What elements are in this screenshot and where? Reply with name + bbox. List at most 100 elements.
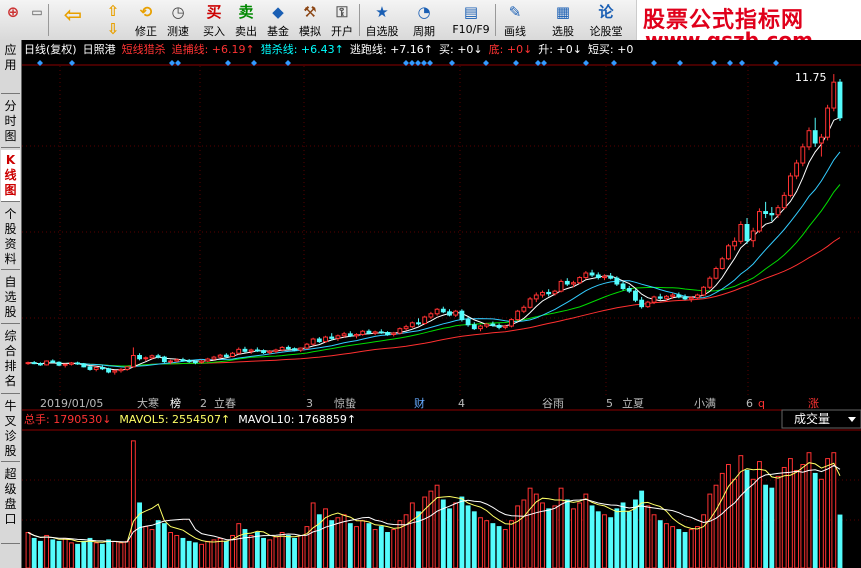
- sidebar-tab-kline[interactable]: K线图: [1, 150, 20, 202]
- sidebar-tab-intraday[interactable]: 分时图: [1, 96, 20, 148]
- toolbar-label: 卖出: [235, 25, 257, 38]
- candle-body: [546, 291, 552, 295]
- volume-bar: [676, 529, 682, 568]
- candle-body: [831, 81, 837, 109]
- candle-body: [465, 319, 471, 326]
- candle-body: [490, 323, 496, 326]
- candle-body: [68, 362, 74, 365]
- candle-body: [50, 360, 56, 363]
- scroll-updown-button[interactable]: ⇧ ⇩: [100, 0, 126, 40]
- volume-bar: [192, 542, 198, 568]
- volume-indicator-bar: 总手: 1790530↓ MAVOL5: 2554507↑ MAVOL10: 176…: [24, 412, 356, 426]
- volume-bar: [490, 523, 496, 568]
- buy-button[interactable]: 买买入: [200, 0, 228, 40]
- indicator-item: 买: +0↓: [439, 43, 483, 56]
- volume-bar: [812, 472, 818, 568]
- candle-body: [118, 368, 124, 372]
- axis-label: 5: [606, 397, 613, 410]
- volume-bar: [769, 487, 775, 568]
- volume-bar: [459, 496, 465, 568]
- volume-ma10-label: MAVOL10: 1768859↑: [238, 413, 356, 426]
- revise-button[interactable]: ⟲ 修正: [132, 0, 160, 40]
- candle-body: [37, 363, 43, 366]
- volume-bar: [81, 540, 87, 568]
- toolbar-label: 基金: [267, 25, 289, 38]
- candle-body: [701, 286, 707, 296]
- candle-body: [459, 310, 465, 321]
- candle-body: [341, 333, 347, 337]
- volume-bar: [180, 537, 186, 568]
- volume-bar: [478, 517, 483, 568]
- candle-body: [527, 298, 533, 308]
- candle-body: [298, 347, 304, 351]
- volume-bar: [608, 517, 614, 568]
- volume-bar: [763, 484, 769, 568]
- volume-bar: [273, 536, 279, 568]
- candle-body: [434, 308, 440, 315]
- f10-button[interactable]: ▤ F10/F9: [450, 0, 492, 40]
- candle-body: [403, 326, 409, 330]
- sell-icon: 卖: [238, 3, 254, 21]
- sidebar-tab-watchlist[interactable]: 自选股: [1, 272, 20, 324]
- candle-body: [533, 294, 539, 300]
- back-button[interactable]: ⇦: [58, 0, 88, 40]
- period-button[interactable]: ◔ 周期: [406, 0, 442, 40]
- candle-body: [825, 107, 831, 138]
- candle-body: [670, 294, 676, 297]
- add-window-icon[interactable]: ⊕: [2, 0, 24, 40]
- sidebar-tab-diagnosis[interactable]: 牛叉诊股: [1, 396, 20, 462]
- candle-body: [254, 349, 260, 352]
- candle-body: [329, 336, 335, 339]
- axis-label: 涨: [808, 397, 819, 410]
- sell-button[interactable]: 卖卖出: [232, 0, 260, 40]
- sidebar-tab-ranking[interactable]: 综合排名: [1, 326, 20, 394]
- candle-body: [515, 310, 521, 321]
- candle-body: [316, 338, 322, 343]
- fund-button[interactable]: ◆ 基金: [264, 0, 292, 40]
- candle-body: [149, 355, 155, 359]
- candle-body: [806, 130, 812, 148]
- toolbar-label: 论股堂: [589, 25, 623, 38]
- volume-bar: [546, 508, 552, 568]
- candle-body: [223, 354, 229, 357]
- candle-body: [168, 360, 173, 363]
- open-account-button[interactable]: ⚿ 开户: [328, 0, 356, 40]
- watchlist-icon: ★: [375, 3, 389, 21]
- volume-bar: [825, 458, 831, 568]
- volume-bar: [726, 464, 731, 568]
- volume-bar: [577, 502, 583, 568]
- axis-label: 4: [458, 397, 465, 410]
- forum-button[interactable]: 论论股堂: [586, 0, 626, 40]
- volume-bar: [794, 469, 800, 568]
- sidebar-tab-app[interactable]: 应用: [1, 40, 20, 94]
- volume-bar: [515, 505, 521, 568]
- volume-bar: [118, 542, 124, 568]
- volume-bar: [236, 523, 242, 568]
- volume-bar: [298, 534, 304, 568]
- stock-pick-button[interactable]: ▦ 选股: [546, 0, 580, 40]
- indicator-item: 日线(复权): [24, 42, 77, 56]
- candle-body: [639, 299, 645, 308]
- kline-chart[interactable]: 日线(复权) 日照港 短线猎杀 追捕线: +6.19↑ 猎杀线: +6.43↑ 逃跑线: …: [22, 40, 861, 568]
- volume-bar: [527, 487, 533, 568]
- latest-price-label: 11.75: [795, 71, 827, 84]
- volume-bar: [87, 537, 93, 568]
- volume-bar: [254, 532, 260, 568]
- watchlist-button[interactable]: ★ 自选股: [362, 0, 402, 40]
- simulate-icon: ⚒: [303, 3, 317, 21]
- candle-body: [428, 313, 434, 318]
- candle-body: [174, 359, 180, 362]
- candle-body: [366, 330, 372, 334]
- sidebar-tab-profile[interactable]: 个股资料: [1, 204, 20, 270]
- volume-bar: [521, 499, 527, 568]
- sidebar-tab-orderbook[interactable]: 超级盘口: [1, 464, 20, 544]
- toolbar-label: 自选股: [365, 25, 399, 38]
- speedtest-button[interactable]: ◷ 测速: [164, 0, 192, 40]
- volume-dropdown-label: 成交量: [794, 411, 830, 426]
- candle-body: [285, 346, 291, 350]
- f10-icon: ▤: [463, 3, 479, 21]
- simulate-button[interactable]: ⚒ 模拟: [296, 0, 324, 40]
- candle-body: [787, 175, 793, 196]
- draw-line-button[interactable]: ✎ 画线: [496, 0, 534, 40]
- restore-window-icon[interactable]: ▭: [26, 0, 42, 40]
